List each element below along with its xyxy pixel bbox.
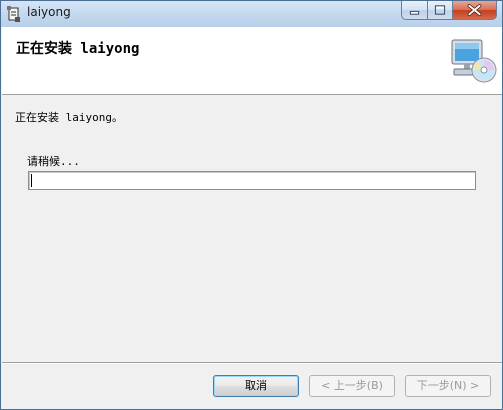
- minimize-icon: [409, 10, 420, 15]
- status-text: 正在安装 laiyong。: [15, 111, 123, 124]
- window-title: laiyong: [27, 5, 71, 19]
- minimize-button[interactable]: [401, 1, 428, 20]
- wait-label: 请稍候...: [27, 155, 80, 168]
- maximize-button[interactable]: [427, 1, 453, 20]
- installer-window: laiyong 正在安装 laiyong 正在安装 laiyong。 请稍候..…: [0, 0, 503, 410]
- next-button[interactable]: 下一步(N) >: [405, 375, 491, 397]
- cancel-button[interactable]: 取消: [213, 375, 299, 397]
- close-icon: [467, 4, 482, 16]
- computer-cd-icon: [448, 38, 498, 84]
- maximize-icon: [434, 5, 446, 15]
- page-title: 正在安装 laiyong: [16, 41, 140, 57]
- back-button[interactable]: < 上一步(B): [309, 375, 395, 397]
- close-button[interactable]: [452, 1, 497, 20]
- footer-divider: [2, 362, 502, 364]
- install-progress-bar: [28, 171, 476, 190]
- installer-app-icon: [6, 5, 22, 23]
- header-banner: 正在安装 laiyong: [2, 27, 502, 95]
- progress-caret: [31, 174, 32, 187]
- title-bar[interactable]: laiyong: [1, 1, 502, 27]
